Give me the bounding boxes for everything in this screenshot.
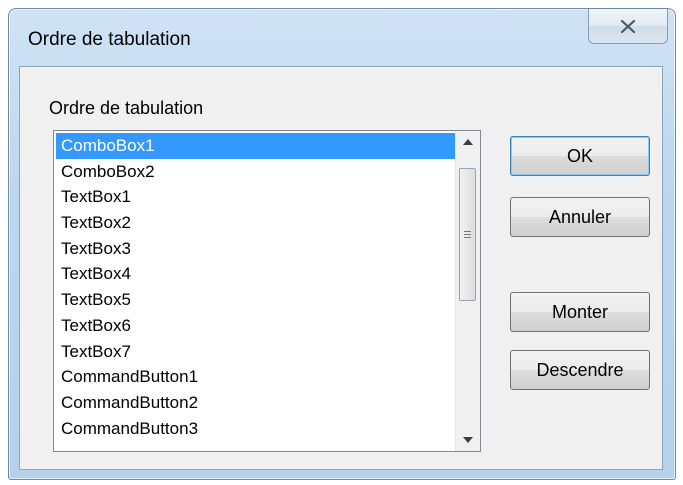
list-item[interactable]: TextBox4	[56, 261, 456, 287]
move-up-button[interactable]: Monter	[510, 292, 650, 332]
grip-icon	[464, 229, 471, 240]
dialog-client-area: Ordre de tabulation ComboBox1 ComboBox2 Te…	[19, 66, 663, 470]
dialog-window: Ordre de tabulation Ordre de tabulation …	[8, 8, 676, 480]
close-button[interactable]	[588, 9, 668, 44]
list-item[interactable]: ComboBox2	[56, 159, 456, 185]
tab-order-label: Ordre de tabulation	[49, 98, 204, 118]
close-icon	[621, 19, 635, 33]
title-bar[interactable]: Ordre de tabulation	[9, 9, 675, 67]
list-item[interactable]: TextBox1	[56, 184, 456, 210]
list-item[interactable]: TextBox2	[56, 210, 456, 236]
arrow-down-icon	[463, 437, 473, 443]
vertical-scrollbar[interactable]	[455, 131, 480, 451]
scroll-up-button[interactable]	[456, 131, 480, 153]
scroll-down-button[interactable]	[456, 429, 480, 451]
tab-order-list: ComboBox1 ComboBox2 TextBox1 TextBox2 TextBo…	[56, 133, 456, 441]
list-item[interactable]: TextBox6	[56, 313, 456, 339]
list-item[interactable]: CommandButton2	[56, 390, 456, 416]
scrollbar-thumb[interactable]	[459, 168, 476, 301]
window-title: Ordre de tabulation	[28, 29, 191, 50]
cancel-button[interactable]: Annuler	[510, 197, 650, 237]
list-item[interactable]: TextBox5	[56, 287, 456, 313]
move-down-button[interactable]: Descendre	[510, 350, 650, 390]
tab-order-listbox[interactable]: ComboBox1 ComboBox2 TextBox1 TextBox2 TextBo…	[53, 130, 481, 452]
list-item[interactable]: CommandButton1	[56, 364, 456, 390]
arrow-up-icon	[463, 139, 473, 145]
list-item[interactable]: ComboBox1	[56, 133, 456, 159]
list-item[interactable]: CommandButton3	[56, 416, 456, 442]
list-item[interactable]: TextBox3	[56, 236, 456, 262]
ok-button[interactable]: OK	[510, 136, 650, 176]
list-item[interactable]: TextBox7	[56, 339, 456, 365]
